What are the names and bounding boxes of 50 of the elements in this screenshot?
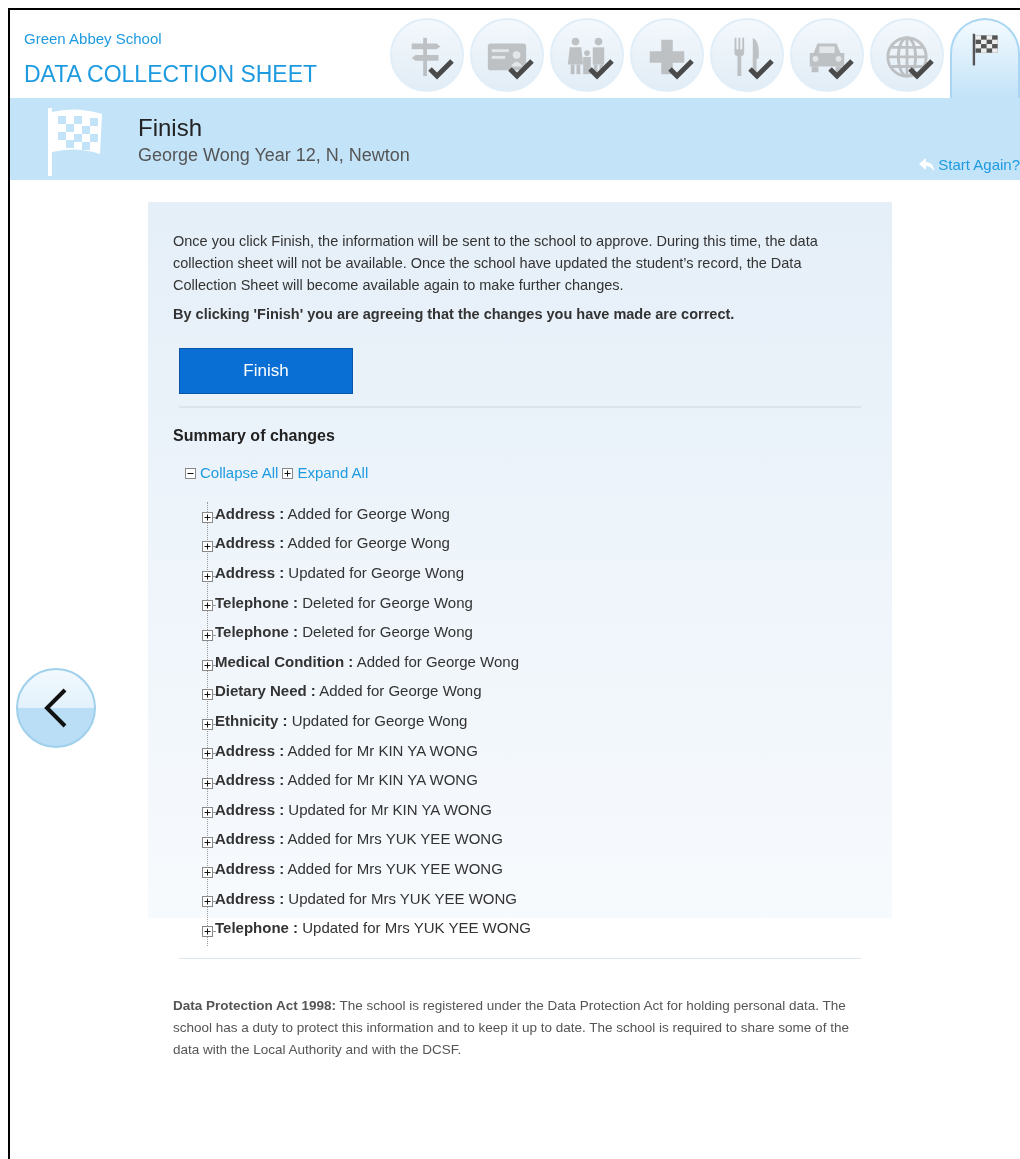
- student-details: George Wong Year 12, N, Newton: [138, 144, 410, 167]
- agreement-text: By clicking 'Finish' you are agreeing that the changes you have made are correct.: [173, 305, 736, 324]
- check-icon: [748, 58, 774, 80]
- change-item[interactable]: Telephone : Updated for Mrs YUK YEE WONG: [215, 917, 531, 940]
- check-icon: [508, 58, 534, 80]
- back-arrow-icon: [918, 156, 937, 173]
- intro-paragraph: Once you click Finish, the information will be sent to the school to approve. During this time, the data collection sheet will not be available. Once the school have updated the student’s record, the Data Collection Sheet will become available again to make further changes.: [173, 232, 819, 295]
- change-item[interactable]: Telephone : Deleted for George Wong: [215, 591, 473, 615]
- expand-icon[interactable]: [202, 896, 213, 908]
- change-item[interactable]: Address : Added for George Wong: [215, 502, 450, 526]
- check-icon: [668, 58, 694, 80]
- expand-icon[interactable]: [202, 807, 213, 819]
- check-icon: [588, 58, 614, 80]
- expand-icon[interactable]: [202, 629, 213, 641]
- check-icon: [428, 58, 454, 80]
- school-name: Green Abbey School: [24, 29, 163, 49]
- collapse-icon[interactable]: [185, 467, 196, 479]
- expand-icon[interactable]: [202, 689, 213, 701]
- expand-icon[interactable]: [202, 659, 213, 671]
- expand-icon[interactable]: [202, 748, 213, 760]
- finish-button[interactable]: Finish: [179, 347, 353, 394]
- expand-icon[interactable]: [202, 718, 213, 730]
- expand-icon[interactable]: [202, 511, 213, 523]
- expand-icon[interactable]: [202, 925, 213, 937]
- app-title: DATA COLLECTION SHEET: [24, 59, 318, 89]
- data-protection-notice: Data Protection Act 1998: The school is registered under the Data Protection Act for holding personal data. The school has a duty to protect this information and to keep it up to date. The school is required to share some of the data with the Local Authority and with the DCSF.: [173, 997, 850, 1060]
- chevron-left-icon: [43, 687, 69, 729]
- expand-icon[interactable]: [202, 777, 213, 789]
- change-item[interactable]: Address : Added for Mr KIN YA WONG: [215, 769, 478, 792]
- change-item[interactable]: Medical Condition : Added for George Wong: [215, 650, 519, 674]
- page-title: Finish: [138, 114, 204, 142]
- expand-icon[interactable]: [202, 837, 213, 849]
- change-item[interactable]: Ethnicity : Updated for George Wong: [215, 709, 468, 733]
- change-item[interactable]: Address : Updated for Mr KIN YA WONG: [215, 798, 493, 822]
- change-item[interactable]: Address : Added for Mrs YUK YEE WONG: [215, 828, 503, 851]
- change-item[interactable]: Address : Updated for Mrs YUK YEE WONG: [215, 887, 518, 910]
- change-item[interactable]: Address : Added for George Wong: [215, 532, 450, 555]
- summary-heading: Summary of changes: [173, 425, 336, 446]
- change-item[interactable]: Dietary Need : Added for George Wong: [215, 680, 482, 703]
- change-item[interactable]: Address : Added for Mr KIN YA WONG: [215, 739, 478, 763]
- change-item[interactable]: Address : Updated for George Wong: [215, 562, 465, 585]
- expand-icon[interactable]: [202, 541, 213, 553]
- expand-icon[interactable]: [202, 600, 213, 612]
- change-item[interactable]: Telephone : Deleted for George Wong: [215, 621, 473, 644]
- change-item[interactable]: Address : Added for Mrs YUK YEE WONG: [215, 857, 503, 881]
- expand-icon[interactable]: [202, 570, 213, 582]
- expand-icon[interactable]: [202, 866, 213, 878]
- check-icon: [908, 58, 934, 80]
- check-icon: [828, 58, 854, 80]
- expand-icon[interactable]: [282, 467, 294, 479]
